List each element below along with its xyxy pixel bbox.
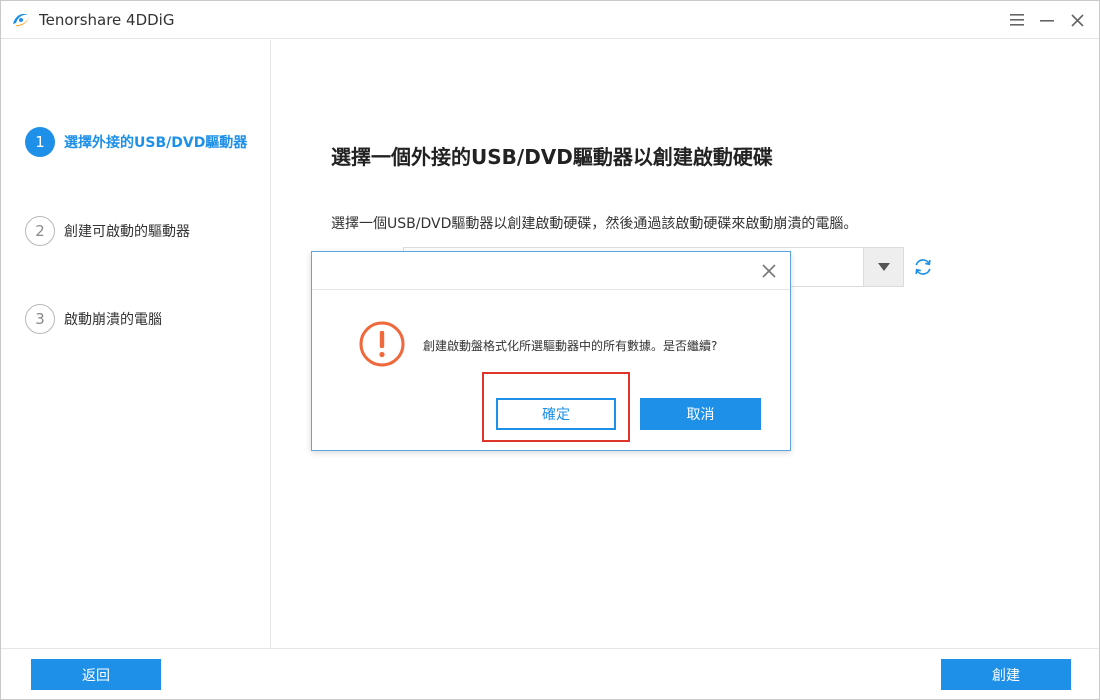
refresh-icon[interactable] <box>913 257 933 277</box>
confirm-button[interactable]: 確定 <box>496 398 616 430</box>
warning-icon <box>359 321 405 367</box>
steps-sidebar: 1 選擇外接的USB/DVD驅動器 2 創建可啟動的驅動器 3 啟動崩潰的電腦 <box>1 40 271 648</box>
menu-button[interactable] <box>1006 9 1028 31</box>
step-number: 2 <box>25 216 55 246</box>
app-title: Tenorshare 4DDiG <box>39 11 175 29</box>
step-item-2: 2 創建可啟動的驅動器 <box>25 216 190 246</box>
title-bar: Tenorshare 4DDiG <box>1 1 1099 39</box>
dropdown-arrow-icon <box>877 263 890 271</box>
drive-select-toggle[interactable] <box>863 248 903 286</box>
step-item-3: 3 啟動崩潰的電腦 <box>25 304 162 334</box>
app-window: Tenorshare 4DDiG 1 選擇外接的USB/DVD驅動器 2 創建可… <box>0 0 1100 700</box>
hamburger-menu-icon <box>1010 14 1024 26</box>
page-title: 選擇一個外接的USB/DVD驅動器以創建啟動硬碟 <box>331 145 773 169</box>
back-button[interactable]: 返回 <box>31 659 161 690</box>
step-item-1: 1 選擇外接的USB/DVD驅動器 <box>25 127 247 157</box>
step-number: 3 <box>25 304 55 334</box>
step-label: 選擇外接的USB/DVD驅動器 <box>64 135 248 151</box>
confirm-dialog: 創建啟動盤格式化所選驅動器中的所有數據。是否繼續? 確定 取消 <box>311 251 791 451</box>
cancel-button[interactable]: 取消 <box>640 398 761 430</box>
footer-bar: 返回 創建 <box>1 648 1099 699</box>
create-button[interactable]: 創建 <box>941 659 1071 690</box>
step-label: 創建可啟動的驅動器 <box>64 224 190 240</box>
dialog-header <box>312 252 790 290</box>
dialog-message: 創建啟動盤格式化所選驅動器中的所有數據。是否繼續? <box>423 339 718 353</box>
minimize-icon <box>1040 20 1054 22</box>
step-label: 啟動崩潰的電腦 <box>64 312 162 328</box>
4ddig-logo-icon <box>13 13 29 27</box>
step-number: 1 <box>25 127 55 157</box>
page-description: 選擇一個USB/DVD驅動器以創建啟動硬碟，然後通過該啟動硬碟來啟動崩潰的電腦。 <box>331 216 858 232</box>
dialog-close-button[interactable] <box>758 260 780 282</box>
close-window-button[interactable] <box>1066 9 1088 31</box>
close-icon <box>762 264 776 278</box>
minimize-button[interactable] <box>1036 9 1058 31</box>
close-icon <box>1070 13 1084 27</box>
